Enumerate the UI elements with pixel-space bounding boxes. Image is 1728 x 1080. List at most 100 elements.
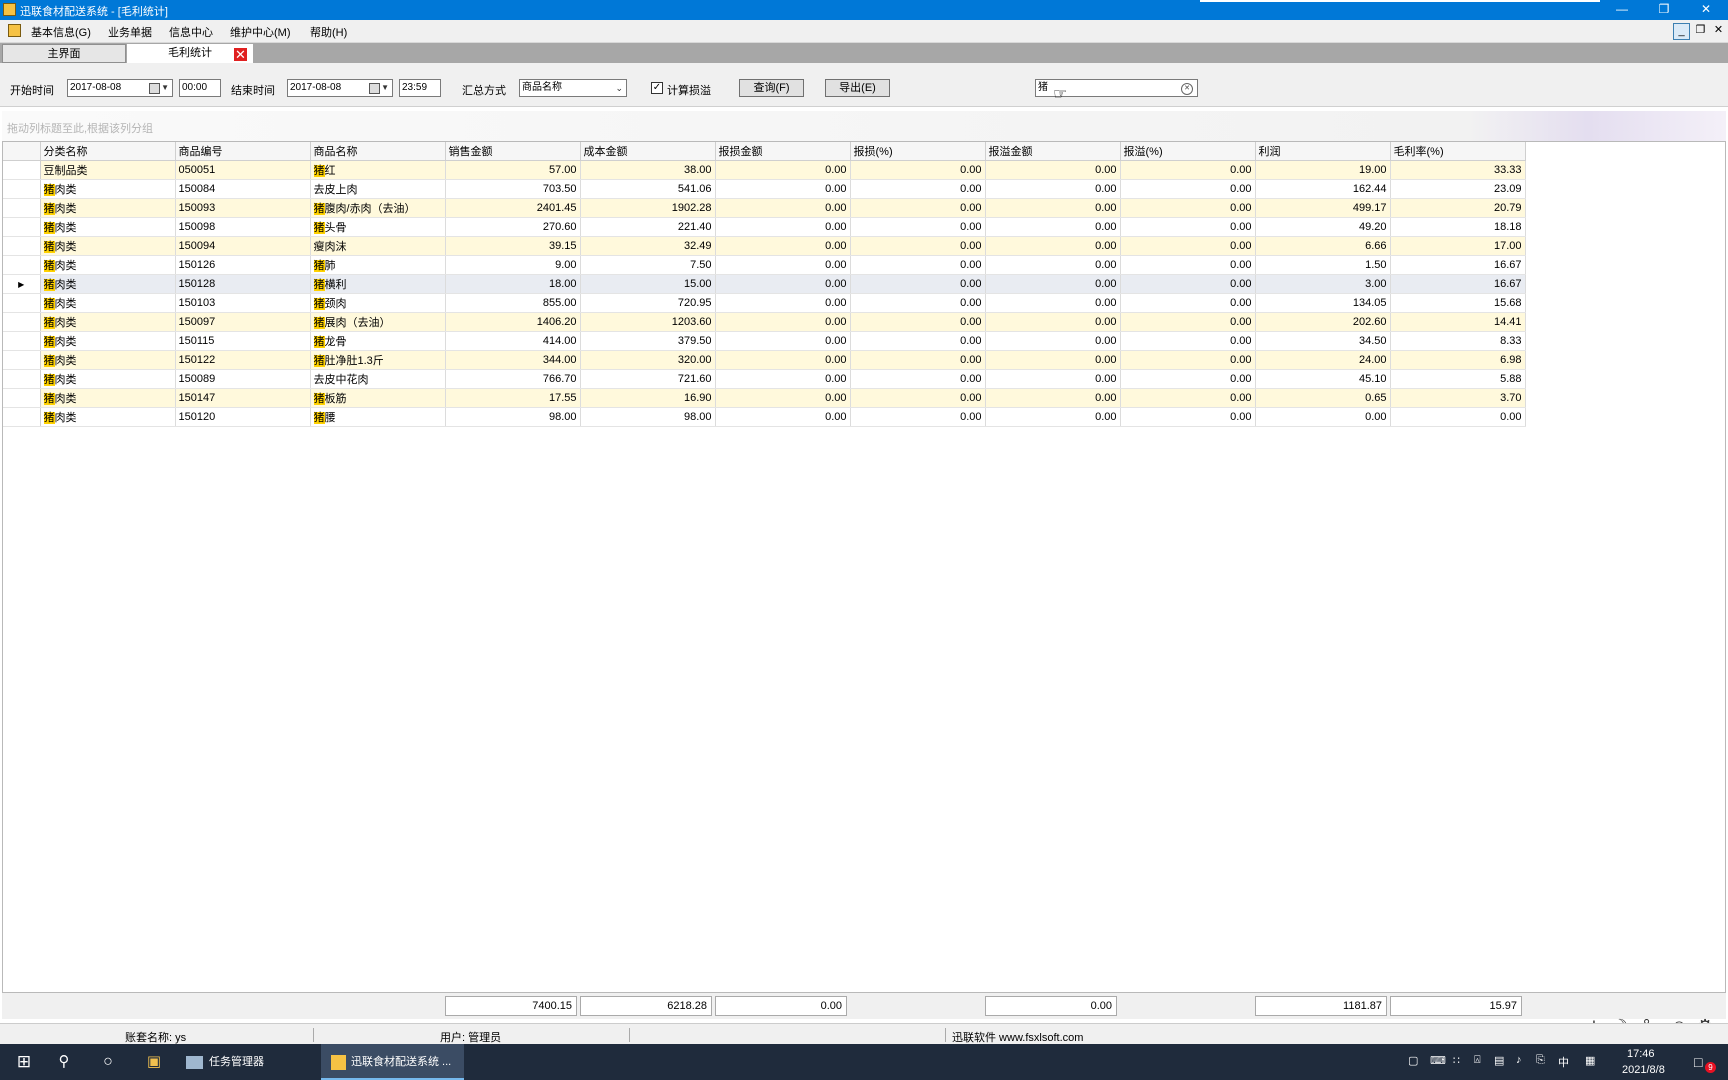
row-indicator[interactable]: [3, 312, 41, 332]
cell-overflow[interactable]: 0.00: [985, 407, 1121, 427]
cell-cost[interactable]: 721.60: [580, 369, 716, 389]
end-date-picker[interactable]: 2017-08-08 ▼: [287, 79, 393, 97]
cell-code[interactable]: 150084: [175, 179, 311, 199]
cell-profit[interactable]: 3.00: [1255, 274, 1391, 294]
cell-name[interactable]: 猪头骨: [310, 217, 446, 237]
cell-loss-pct[interactable]: 0.00: [850, 369, 986, 389]
col-header-sales[interactable]: 销售金额: [445, 142, 581, 161]
cell-category[interactable]: 猪肉类: [40, 388, 176, 408]
cell-overflow-pct[interactable]: 0.00: [1120, 407, 1256, 427]
cell-margin[interactable]: 14.41: [1390, 312, 1526, 332]
row-indicator[interactable]: [3, 331, 41, 351]
cell-name[interactable]: 去皮中花肉: [310, 369, 446, 389]
cell-code[interactable]: 150128: [175, 274, 311, 294]
file-explorer-icon[interactable]: ▣: [138, 1044, 170, 1080]
table-row[interactable]: 猪肉类 150147 猪板筋 17.55 16.90 0.00 0.00 0.00 0.00 0.…: [3, 388, 1526, 408]
cell-profit[interactable]: 162.44: [1255, 179, 1391, 199]
cell-loss-pct[interactable]: 0.00: [850, 236, 986, 256]
cell-sales[interactable]: 9.00: [445, 255, 581, 275]
taskbar-xunlian-app[interactable]: 迅联食材配送系统 ...: [321, 1044, 464, 1080]
mdi-close-button[interactable]: ✕: [1711, 23, 1726, 38]
cell-cost[interactable]: 15.00: [580, 274, 716, 294]
close-tab-icon[interactable]: ✕: [233, 47, 248, 62]
cell-cost[interactable]: 1203.60: [580, 312, 716, 332]
table-row[interactable]: 猪肉类 150084 去皮上肉 703.50 541.06 0.00 0.00 0.00 0.0…: [3, 179, 1526, 199]
cell-category[interactable]: 猪肉类: [40, 312, 176, 332]
col-header-overflow[interactable]: 报溢金额: [985, 142, 1121, 161]
cell-margin[interactable]: 5.88: [1390, 369, 1526, 389]
cell-profit[interactable]: 24.00: [1255, 350, 1391, 370]
cell-profit[interactable]: 499.17: [1255, 198, 1391, 218]
table-row[interactable]: 猪肉类 150122 猪肚净肚1.3斤 344.00 320.00 0.00 0.00 0.0…: [3, 350, 1526, 370]
cell-loss[interactable]: 0.00: [715, 407, 851, 427]
row-indicator[interactable]: [3, 160, 41, 180]
cell-code[interactable]: 150147: [175, 388, 311, 408]
cell-overflow-pct[interactable]: 0.00: [1120, 293, 1256, 313]
cell-loss[interactable]: 0.00: [715, 388, 851, 408]
cell-overflow[interactable]: 0.00: [985, 350, 1121, 370]
cell-name[interactable]: 瘦肉沫: [310, 236, 446, 256]
cell-loss-pct[interactable]: 0.00: [850, 388, 986, 408]
cell-code[interactable]: 150098: [175, 217, 311, 237]
cell-sales[interactable]: 39.15: [445, 236, 581, 256]
cell-overflow[interactable]: 0.00: [985, 160, 1121, 180]
cell-sales[interactable]: 270.60: [445, 217, 581, 237]
col-header-loss[interactable]: 报损金额: [715, 142, 851, 161]
col-header-overflow-pct[interactable]: 报溢(%): [1120, 142, 1256, 161]
cell-overflow-pct[interactable]: 0.00: [1120, 369, 1256, 389]
tab-main[interactable]: 主界面: [2, 44, 126, 63]
row-indicator[interactable]: [3, 369, 41, 389]
cell-margin[interactable]: 3.70: [1390, 388, 1526, 408]
cell-category[interactable]: 猪肉类: [40, 331, 176, 351]
cell-loss-pct[interactable]: 0.00: [850, 407, 986, 427]
cell-cost[interactable]: 320.00: [580, 350, 716, 370]
cell-sales[interactable]: 766.70: [445, 369, 581, 389]
cell-loss-pct[interactable]: 0.00: [850, 312, 986, 332]
cell-loss[interactable]: 0.00: [715, 160, 851, 180]
cell-loss-pct[interactable]: 0.00: [850, 331, 986, 351]
cell-margin[interactable]: 0.00: [1390, 407, 1526, 427]
cell-name[interactable]: 猪红: [310, 160, 446, 180]
table-row[interactable]: 豆制品类 050051 猪红 57.00 38.00 0.00 0.00 0.00 0.00 19…: [3, 160, 1526, 180]
tray-ime-mode-icon[interactable]: ▦: [1585, 1054, 1595, 1067]
start-time-field[interactable]: 00:00: [179, 79, 221, 97]
cell-code[interactable]: 050051: [175, 160, 311, 180]
cell-code[interactable]: 150122: [175, 350, 311, 370]
cell-name[interactable]: 猪肚净肚1.3斤: [310, 350, 446, 370]
cell-sales[interactable]: 855.00: [445, 293, 581, 313]
cell-name[interactable]: 猪腰: [310, 407, 446, 427]
cell-overflow[interactable]: 0.00: [985, 179, 1121, 199]
cell-category[interactable]: 猪肉类: [40, 255, 176, 275]
notification-icon[interactable]: □: [1694, 1054, 1702, 1070]
cell-loss[interactable]: 0.00: [715, 293, 851, 313]
cell-overflow-pct[interactable]: 0.00: [1120, 198, 1256, 218]
cell-cost[interactable]: 38.00: [580, 160, 716, 180]
cell-overflow-pct[interactable]: 0.00: [1120, 160, 1256, 180]
query-button[interactable]: 查询(F): [739, 79, 804, 97]
cell-overflow-pct[interactable]: 0.00: [1120, 331, 1256, 351]
cell-cost[interactable]: 1902.28: [580, 198, 716, 218]
tray-window-icon[interactable]: ▢: [1408, 1054, 1418, 1067]
cell-cost[interactable]: 541.06: [580, 179, 716, 199]
cell-loss[interactable]: 0.00: [715, 274, 851, 294]
cell-loss-pct[interactable]: 0.00: [850, 293, 986, 313]
table-row[interactable]: 猪肉类 150098 猪头骨 270.60 221.40 0.00 0.00 0.00 0.00…: [3, 217, 1526, 237]
cell-margin[interactable]: 20.79: [1390, 198, 1526, 218]
cell-category[interactable]: 猪肉类: [40, 274, 176, 294]
tray-usb-icon[interactable]: ⍓: [1474, 1054, 1481, 1067]
cell-overflow-pct[interactable]: 0.00: [1120, 388, 1256, 408]
search-icon[interactable]: ⚲: [48, 1044, 80, 1080]
cell-overflow[interactable]: 0.00: [985, 293, 1121, 313]
tray-keyboard-icon[interactable]: ⌨: [1430, 1054, 1446, 1067]
cell-name[interactable]: 猪颈肉: [310, 293, 446, 313]
cell-sales[interactable]: 703.50: [445, 179, 581, 199]
row-indicator[interactable]: [3, 198, 41, 218]
tray-print-icon[interactable]: ⎘: [1536, 1054, 1545, 1067]
cell-cost[interactable]: 98.00: [580, 407, 716, 427]
table-row[interactable]: 猪肉类 150126 猪肺 9.00 7.50 0.00 0.00 0.00 0.00 1.50 1…: [3, 255, 1526, 275]
row-indicator[interactable]: [3, 236, 41, 256]
cell-category[interactable]: 猪肉类: [40, 198, 176, 218]
cell-loss[interactable]: 0.00: [715, 198, 851, 218]
cell-name[interactable]: 猪肺: [310, 255, 446, 275]
calc-loss-checkbox[interactable]: ✓: [651, 82, 663, 94]
